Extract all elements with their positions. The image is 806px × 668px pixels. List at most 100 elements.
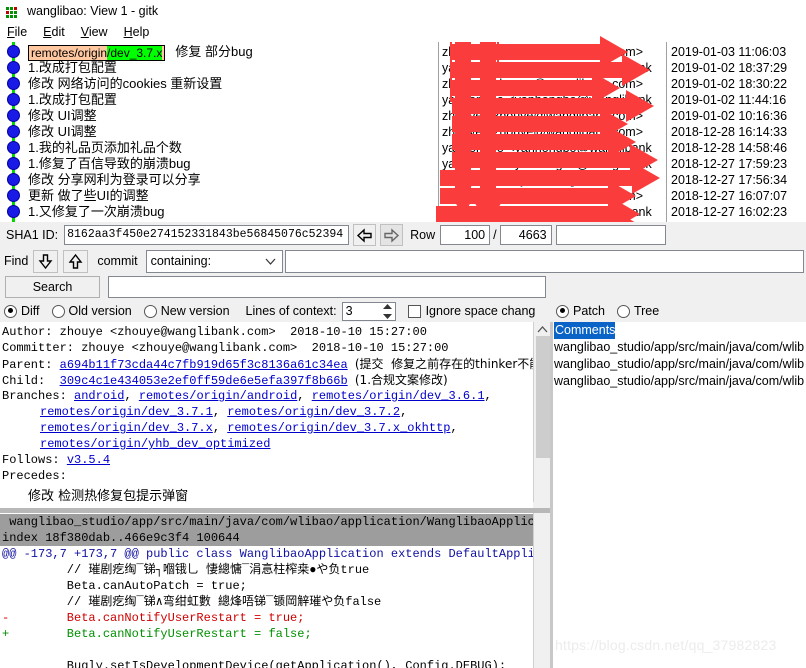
graph-commit-dot[interactable] <box>7 141 20 154</box>
stepper-arrows[interactable] <box>382 303 393 319</box>
column-separator-date <box>666 42 667 222</box>
commit-row-date: 2019-01-02 10:16:36 <box>671 109 788 123</box>
commit-list[interactable]: remotes/origin/dev_3.7.x 修复 部分bug 1.改成打包配置… <box>0 42 806 222</box>
diff-pane[interactable]: wanglibao_studio/app/src/main/java/com/w… <box>0 513 533 668</box>
commit-row-subject[interactable]: remotes/origin/dev_3.7.x 修复 部分bug <box>28 44 253 61</box>
label-old-version: Old version <box>68 304 132 318</box>
branch-link-1[interactable]: remotes/origin/android <box>139 389 297 403</box>
find-prev-button[interactable] <box>63 249 89 273</box>
menu-view[interactable]: View <box>81 25 108 39</box>
parent-sha-link[interactable]: a694b11f73cda44c7fb919d65f3c8136a61c34ea <box>60 358 348 372</box>
find-input[interactable] <box>284 249 804 273</box>
graph-commit-dot[interactable] <box>7 93 20 106</box>
row-current-input[interactable]: 100 <box>440 225 491 245</box>
commit-details-pane[interactable]: Author: zhouye <zhouye@wanglibank.com> 2… <box>0 322 533 502</box>
detail-precedes-key: Precedes: <box>2 469 67 483</box>
lines-of-context-stepper[interactable]: 3 <box>341 301 396 321</box>
file-list[interactable]: Comments wanglibao_studio/app/src/main/ja… <box>553 322 806 668</box>
radio-new-version[interactable] <box>143 304 157 318</box>
file-list-item[interactable]: wanglibao_studio/app/src/main/java/com/w… <box>553 339 806 356</box>
commit-row-subject[interactable]: 修改 网络访问的cookies 重新设置 <box>28 76 222 92</box>
details-scrollbar[interactable] <box>533 322 550 502</box>
menu-help[interactable]: Help <box>124 25 150 39</box>
sha1-input[interactable]: 8162aa3f450e274152331843be56845076c52394 <box>64 225 350 245</box>
arrow-down-icon <box>38 253 53 269</box>
detail-branches-line-2: remotes/origin/dev_3.7.1, remotes/origin… <box>40 405 408 419</box>
sha1-bar: SHA1 ID: 8162aa3f450e274152331843be56845… <box>0 222 806 248</box>
search-button[interactable]: Search <box>5 276 100 298</box>
graph-commit-dot[interactable] <box>7 205 20 218</box>
diff-scrollbar[interactable] <box>533 513 550 668</box>
diff-options-row: Diff Old version New version Lines of co… <box>0 300 550 322</box>
follows-tag-link[interactable]: v3.5.4 <box>67 453 110 467</box>
graph-commit-dot[interactable] <box>7 61 20 74</box>
detail-parent-line: Parent: a694b11f73cda44c7fb919d65f3c8136… <box>2 356 533 372</box>
commit-row-subject[interactable]: 1.修复了百信导致的崩溃bug <box>28 156 191 172</box>
graph-commit-dot[interactable] <box>7 77 20 90</box>
forward-button[interactable] <box>380 224 404 246</box>
radio-patch[interactable] <box>556 304 569 318</box>
find-next-button[interactable] <box>33 249 59 273</box>
branch-link-3[interactable]: remotes/origin/dev_3.7.1 <box>40 405 213 419</box>
branch-link-6[interactable]: remotes/origin/dev_3.7.x_okhttp <box>227 421 450 435</box>
find-bar: Find commit containing: <box>0 248 806 274</box>
branch-link-4[interactable]: remotes/origin/dev_3.7.2 <box>227 405 400 419</box>
window-title: wanglibao: View 1 - gitk <box>27 4 159 18</box>
diff-line-del: - Beta.canNotifyUserRestart = true; <box>2 611 305 625</box>
menu-file[interactable]: File <box>7 25 27 39</box>
file-list-item-selected-label: Comments <box>554 322 616 339</box>
detail-committer-value: zhouye <zhouye@wanglibank.com> <box>81 341 298 355</box>
menu-edit[interactable]: Edit <box>43 25 65 39</box>
commit-row-date: 2019-01-02 11:44:16 <box>671 93 787 107</box>
row-separator: / <box>493 228 497 242</box>
graph-commit-dot[interactable] <box>7 173 20 186</box>
branch-link-2[interactable]: remotes/origin/dev_3.6.1 <box>312 389 485 403</box>
diff-line-hunk: @@ -173,7 +173,7 @@ public class Wanglib… <box>2 547 533 561</box>
child-sha-link[interactable]: 309c4c1e434053e2ef0ff59de6e5efa397f8b66b <box>60 374 348 388</box>
details-scroll-thumb[interactable] <box>536 336 550 458</box>
diff-line-file: wanglibao_studio/app/src/main/java/com/w… <box>0 514 533 530</box>
commit-row-subject[interactable]: 修改 UI调整 <box>28 108 97 124</box>
row-label: Row <box>410 228 436 242</box>
commit-row-subject[interactable]: 修改 分享网利为登录可以分享 <box>28 172 201 188</box>
commit-row-date: 2019-01-02 18:30:22 <box>671 77 788 91</box>
graph-commit-dot[interactable] <box>7 109 20 122</box>
menu-help-rest: elp <box>132 25 150 39</box>
commit-row-date: 2019-01-03 11:06:03 <box>671 45 787 59</box>
radio-old-version[interactable] <box>51 304 65 318</box>
commit-row-subject[interactable]: 1.改成打包配置 <box>28 92 117 108</box>
commit-row-author: zhouye <zhouye@wanglibank.com> <box>442 173 644 187</box>
detail-branches-line-1: Branches: android, remotes/origin/androi… <box>2 389 492 403</box>
stepper-up-icon <box>382 303 392 309</box>
commit-row-subject[interactable]: 1.改成打包配置 <box>28 60 117 76</box>
arrow-left-icon <box>357 227 372 243</box>
head-branch-label[interactable]: remotes/origin/dev_3.7.x <box>28 45 166 61</box>
branch-link-5[interactable]: remotes/origin/dev_3.7.x <box>40 421 213 435</box>
file-list-item[interactable]: wanglibao_studio/app/src/main/java/com/w… <box>553 373 806 390</box>
search-input[interactable] <box>108 276 546 298</box>
back-button[interactable] <box>353 224 377 246</box>
radio-diff[interactable] <box>4 304 17 318</box>
detail-branches-key: Branches: <box>2 389 67 403</box>
find-mode-select[interactable]: containing: <box>145 249 283 273</box>
graph-commit-dot[interactable] <box>7 189 20 202</box>
detail-author-date: 2018-10-10 15:27:00 <box>290 325 427 339</box>
ignore-space-checkbox[interactable] <box>407 304 421 318</box>
file-list-item[interactable]: Comments <box>553 322 806 339</box>
menu-file-rest: ile <box>14 25 28 39</box>
graph-commit-dot[interactable] <box>7 125 20 138</box>
detail-follows-key: Follows: <box>2 453 60 467</box>
commit-row-subject[interactable]: 1.又修复了一次崩溃bug <box>28 204 165 220</box>
commit-row-subject[interactable]: 1.我的礼品页添加礼品个数 <box>28 140 182 156</box>
menu-view-rest: iew <box>88 25 108 39</box>
commit-row-author: yanhongbo <yanhongbo@wanglibank <box>442 157 652 171</box>
scroll-up-icon[interactable] <box>534 322 551 336</box>
branch-link-7[interactable]: remotes/origin/yhb_dev_optimized <box>40 437 270 451</box>
commit-row-subject[interactable]: 修改 UI调整 <box>28 124 97 140</box>
branch-link-0[interactable]: android <box>74 389 124 403</box>
radio-tree[interactable] <box>616 304 630 318</box>
graph-commit-dot[interactable] <box>7 157 20 170</box>
file-list-item[interactable]: wanglibao_studio/app/src/main/java/com/w… <box>553 356 806 373</box>
graph-commit-dot[interactable] <box>7 45 20 58</box>
commit-row-subject[interactable]: 更新 做了些UI的调整 <box>28 188 149 204</box>
